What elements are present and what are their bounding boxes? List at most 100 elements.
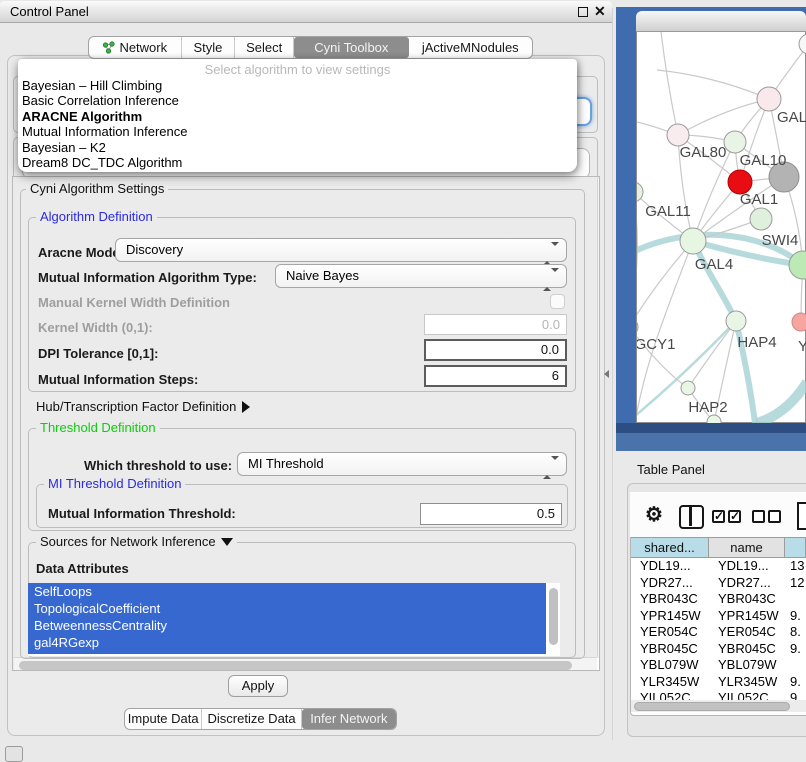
select-all-checkboxes-icon[interactable] (712, 510, 744, 526)
split-pane-collapse-icon[interactable] (604, 370, 609, 378)
table-cell: YBR045C (631, 641, 709, 658)
table-row[interactable]: YIL052CYIL052C9 (631, 690, 806, 700)
algorithm-dropdown-popup: Select algorithm to view settings Bayesi… (18, 59, 577, 172)
apply-button[interactable]: Apply (228, 675, 288, 697)
algorithm-list-item[interactable]: Dream8 DC_TDC Algorithm (18, 155, 577, 170)
network-node-label: Y (798, 338, 806, 355)
algorithm-list-item[interactable]: Bayesian – K2 (18, 140, 577, 155)
expand-right-icon[interactable] (242, 401, 250, 413)
network-node[interactable] (724, 131, 746, 153)
table-horizontal-scrollbar[interactable] (631, 700, 806, 712)
network-node-label: GAL1 (740, 191, 778, 208)
deselect-all-checkboxes-icon[interactable] (752, 510, 784, 526)
settings-horizontal-scrollbar[interactable] (14, 657, 597, 671)
scrollbar-thumb[interactable] (634, 702, 790, 711)
mi-threshold-field[interactable]: 0.5 (420, 503, 562, 525)
network-edge[interactable] (657, 70, 769, 99)
table-row[interactable]: YDR27...YDR27...12 (631, 575, 806, 592)
table-row[interactable]: YPR145WYPR145W9. (631, 608, 806, 625)
table-row[interactable]: YDL19...YDL19...13 (631, 558, 806, 575)
combobox-value: MI Threshold (248, 456, 324, 471)
algorithm-list: Bayesian – Hill Climbing Basic Correlati… (18, 78, 577, 170)
network-canvas[interactable]: GALGAL80GAL10GAL1GAL11SWI4GAL4GCY1HAP4YH… (637, 32, 806, 423)
network-window-titlebar[interactable] (636, 11, 806, 32)
network-node[interactable] (750, 208, 772, 230)
which-threshold-combobox[interactable]: MI Threshold (237, 452, 567, 476)
network-edge[interactable] (637, 241, 693, 423)
tab-discretize-data[interactable]: Discretize Data (202, 709, 301, 729)
table-cell (785, 657, 806, 674)
export-table-icon[interactable] (797, 502, 806, 530)
table-row[interactable]: YBR043CYBR043C (631, 591, 806, 608)
column-header-name[interactable]: name (709, 537, 785, 558)
network-node[interactable] (637, 182, 643, 202)
table-row[interactable]: YLR345WYLR345W9. (631, 674, 806, 691)
dpi-tolerance-field[interactable]: 0.0 (424, 339, 567, 361)
scrollbar-thumb[interactable] (19, 661, 572, 670)
table-cell: YLR345W (709, 674, 785, 691)
attribute-item-selected[interactable]: SelfLoops (28, 583, 546, 600)
column-header-partial[interactable] (785, 537, 806, 558)
algorithm-list-item[interactable]: Bayesian – Hill Climbing (18, 78, 577, 93)
table-cell: YBR045C (709, 641, 785, 658)
gear-icon[interactable]: ⚙ (645, 503, 663, 527)
tab-label: Network (119, 37, 167, 58)
network-node[interactable] (681, 381, 695, 395)
sources-title: Sources for Network Inference (36, 535, 237, 549)
tab-jactivemnodules[interactable]: jActiveMNodules (409, 37, 532, 58)
network-graph[interactable]: GALGAL80GAL10GAL1GAL11SWI4GAL4GCY1HAP4YH… (637, 32, 806, 423)
settings-vertical-scrollbar[interactable] (597, 178, 600, 657)
network-node[interactable] (757, 87, 781, 111)
attributes-scrollbar-thumb[interactable] (549, 588, 558, 645)
float-window-icon[interactable] (578, 7, 588, 17)
table-rows: YDL19...YDL19...13YDR27...YDR27...12YBR0… (631, 558, 806, 700)
close-icon[interactable]: ✕ (594, 3, 606, 20)
tab-label: jActiveMNodules (422, 37, 519, 58)
algorithm-list-item[interactable]: ARACNE Algorithm (18, 109, 577, 124)
column-header-shared-name[interactable]: shared... (631, 537, 709, 558)
tab-cyni-toolbox[interactable]: Cyni Toolbox (294, 37, 408, 58)
table-cell: 9. (785, 641, 806, 658)
table-row[interactable]: YER054CYER054C8. (631, 624, 806, 641)
minimized-panel-button[interactable] (5, 746, 23, 762)
attribute-item-selected[interactable]: BetweennessCentrality (28, 617, 546, 634)
table-row[interactable]: YBL079WYBL079W (631, 657, 806, 674)
tab-network[interactable]: Network (89, 37, 182, 58)
panel-right-edge (612, 8, 613, 740)
network-edge[interactable] (678, 99, 769, 135)
network-node[interactable] (726, 311, 746, 331)
mi-steps-field[interactable]: 6 (424, 365, 567, 387)
algorithm-list-item[interactable]: Basic Correlation Inference (18, 93, 577, 108)
tab-impute-data[interactable]: Impute Data (125, 709, 202, 729)
collapse-down-icon[interactable] (221, 538, 233, 546)
aracne-mode-combobox[interactable]: Discovery (115, 238, 567, 262)
network-edge[interactable] (661, 32, 678, 135)
network-node[interactable] (637, 318, 638, 336)
network-node-label: GAL4 (695, 256, 733, 273)
tab-select[interactable]: Select (235, 37, 294, 58)
tab-label: Select (246, 37, 282, 58)
table-row[interactable]: YBR045CYBR045C9. (631, 641, 806, 658)
table-header-row: shared... name (631, 537, 806, 558)
mi-algorithm-type-combobox[interactable]: Naive Bayes (275, 264, 567, 288)
attribute-item-selected[interactable]: gal4RGexp (28, 634, 546, 651)
network-edge[interactable] (757, 382, 806, 423)
network-node-label: HAP2 (688, 399, 727, 416)
algorithm-list-item[interactable]: Mutual Information Inference (18, 124, 577, 139)
table-cell: YBL079W (709, 657, 785, 674)
show-columns-icon[interactable] (679, 505, 704, 529)
hub-transcription-factor-section[interactable]: Hub/Transcription Factor Definition (36, 399, 250, 414)
network-node[interactable] (680, 228, 706, 254)
tab-infer-network[interactable]: Infer Network (302, 709, 396, 729)
table-cell: YDR27... (631, 575, 709, 592)
combobox-value: Naive Bayes (286, 268, 359, 283)
kernel-width-field[interactable]: 0.0 (424, 314, 567, 335)
network-node[interactable] (799, 34, 806, 54)
network-node[interactable] (667, 124, 689, 146)
tab-style[interactable]: Style (182, 37, 236, 58)
scrollbar-corner (597, 658, 600, 671)
attribute-item-selected[interactable]: TopologicalCoefficient (28, 600, 546, 617)
manual-kernel-width-checkbox[interactable] (550, 294, 565, 309)
network-node[interactable] (792, 313, 806, 331)
table-cell: YIL052C (631, 690, 709, 700)
